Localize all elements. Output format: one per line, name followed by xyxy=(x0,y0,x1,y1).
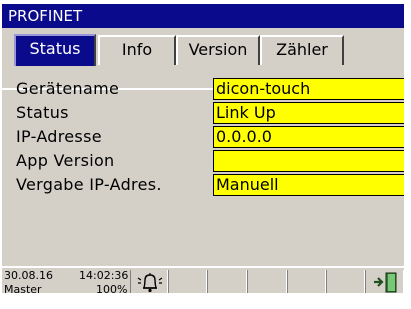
tab-status[interactable]: Status xyxy=(14,34,96,66)
device-name-label: Gerätename xyxy=(16,79,120,98)
function-slot-2[interactable] xyxy=(207,270,247,293)
tab-info[interactable]: Info xyxy=(98,35,176,65)
date-text: 30.08.16 xyxy=(4,269,53,282)
ip-assignment-label: Vergabe IP-Adres. xyxy=(16,175,162,194)
status-bar: 30.08.16 14:02:36 Master 100% xyxy=(2,266,404,293)
user-text: Master xyxy=(4,283,42,293)
app-version-field[interactable] xyxy=(213,150,404,172)
time-text: 14:02:36 xyxy=(79,269,129,282)
window-title: PROFINET xyxy=(2,4,404,28)
status-info: 30.08.16 14:02:36 Master 100% xyxy=(2,269,129,293)
device-name-field[interactable]: dicon-touch xyxy=(213,78,404,100)
function-slot-1[interactable] xyxy=(168,270,207,293)
function-slot-5[interactable] xyxy=(326,270,365,293)
row-app-version: App Version xyxy=(2,149,404,173)
ip-address-field[interactable]: 0.0.0.0 xyxy=(213,126,404,148)
row-status: Status Link Up xyxy=(2,101,404,125)
tab-version[interactable]: Version xyxy=(176,35,260,65)
tab-zaehler[interactable]: Zähler xyxy=(260,35,344,65)
function-slot-3[interactable] xyxy=(247,270,287,293)
status-label: Status xyxy=(16,103,69,122)
brightness-text: 100% xyxy=(96,283,128,293)
row-ip-address: IP-Adresse 0.0.0.0 xyxy=(2,125,404,149)
bell-icon xyxy=(137,273,163,293)
status-field[interactable]: Link Up xyxy=(213,102,404,124)
row-ip-assignment: Vergabe IP-Adres. Manuell xyxy=(2,173,404,197)
app-version-label: App Version xyxy=(16,151,115,170)
ip-address-label: IP-Adresse xyxy=(16,127,102,146)
function-slot-4[interactable] xyxy=(287,270,326,293)
exit-button[interactable] xyxy=(365,270,404,293)
device-panel: PROFINET Status Info Version Zähler Gerä… xyxy=(2,4,404,293)
alarm-button[interactable] xyxy=(130,270,168,293)
tab-bar: Status Info Version Zähler xyxy=(2,28,404,90)
status-panel: Gerätename dicon-touch Status Link Up IP… xyxy=(2,66,404,266)
ip-assignment-field[interactable]: Manuell xyxy=(213,174,404,196)
row-device-name: Gerätename dicon-touch xyxy=(2,77,404,101)
exit-door-icon xyxy=(374,272,397,293)
